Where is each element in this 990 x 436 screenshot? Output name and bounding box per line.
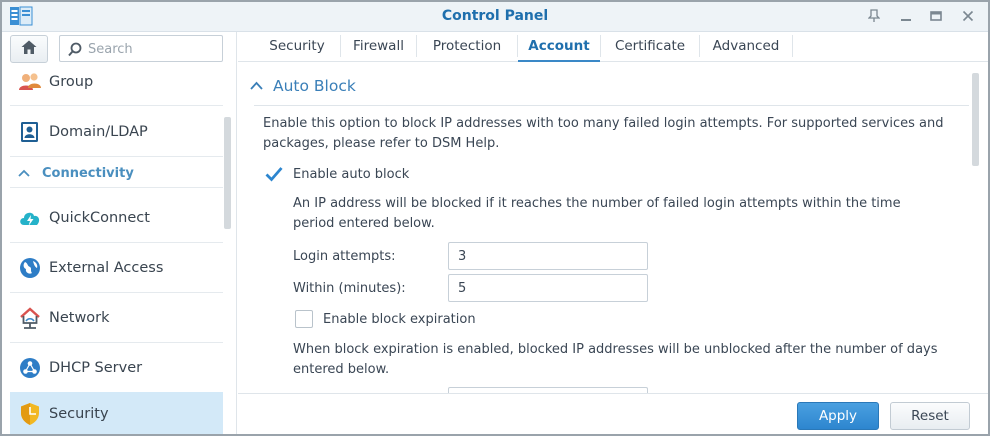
sidebar-item-label: Domain/LDAP xyxy=(49,124,148,140)
search-box xyxy=(59,35,223,62)
auto-block-description: Enable this option to block IP addresses… xyxy=(263,116,944,151)
section-header-connectivity[interactable]: Connectivity xyxy=(10,159,223,187)
enable-block-expiration-checkbox[interactable]: Enable block expiration xyxy=(295,310,476,328)
sidebar-item-label: Group xyxy=(49,74,94,90)
minimize-icon[interactable] xyxy=(896,6,916,26)
chevron-up-icon xyxy=(18,166,30,181)
checkbox-label: Enable auto block xyxy=(293,166,410,182)
sidebar-item-label: Network xyxy=(49,310,110,326)
login-attempts-label: Login attempts: xyxy=(293,249,396,264)
sidebar-item-dhcp-server[interactable]: DHCP Server xyxy=(10,346,223,390)
within-minutes-label: Within (minutes): xyxy=(293,281,406,296)
sidebar: Group Domain/LDAP Connectivity xyxy=(2,32,237,434)
network-icon xyxy=(18,306,42,330)
block-expiration-note: When block expiration is enabled, blocke… xyxy=(293,342,938,377)
sidebar-item-group[interactable]: Group xyxy=(10,60,223,104)
tab-protection[interactable]: Protection xyxy=(417,32,517,62)
sidebar-item-label: QuickConnect xyxy=(49,210,150,226)
checkbox-label: Enable block expiration xyxy=(323,311,476,327)
external-access-icon xyxy=(18,256,42,280)
reset-button[interactable]: Reset xyxy=(890,402,970,430)
apply-button[interactable]: Apply xyxy=(797,402,879,430)
pin-icon[interactable] xyxy=(864,6,884,26)
sidebar-item-quickconnect[interactable]: QuickConnect xyxy=(10,196,223,240)
security-shield-icon xyxy=(18,402,42,426)
within-minutes-field[interactable] xyxy=(448,274,648,302)
search-input[interactable] xyxy=(88,40,218,58)
login-attempts-field[interactable] xyxy=(448,242,648,270)
checkmark-icon xyxy=(265,165,283,183)
auto-block-note: An IP address will be blocked if it reac… xyxy=(293,196,901,231)
quickconnect-icon xyxy=(18,206,42,230)
sidebar-item-security[interactable]: Security xyxy=(10,392,223,434)
tab-firewall[interactable]: Firewall xyxy=(341,32,416,62)
enable-auto-block-checkbox[interactable]: Enable auto block xyxy=(265,165,409,183)
domain-ldap-icon xyxy=(18,120,42,144)
section-label: Connectivity xyxy=(42,165,134,181)
search-icon xyxy=(68,42,82,57)
sidebar-item-domain-ldap[interactable]: Domain/LDAP xyxy=(10,110,223,154)
account-settings-panel: Auto Block Enable this option to block I… xyxy=(238,63,988,393)
home-icon xyxy=(20,39,38,59)
sidebar-item-external-access[interactable]: External Access xyxy=(10,246,223,290)
content-scrollbar[interactable] xyxy=(972,73,979,166)
chevron-up-icon xyxy=(250,79,263,94)
sidebar-item-label: Security xyxy=(49,406,109,422)
tab-account[interactable]: Account xyxy=(518,32,600,62)
group-icon xyxy=(18,70,42,94)
tab-advanced[interactable]: Advanced xyxy=(700,32,792,62)
tab-certificate[interactable]: Certificate xyxy=(601,32,699,62)
divider xyxy=(10,156,223,157)
tab-security[interactable]: Security xyxy=(254,32,340,62)
divider xyxy=(10,342,223,343)
maximize-icon[interactable] xyxy=(926,6,946,26)
dhcp-server-icon xyxy=(18,356,42,380)
auto-block-section-header[interactable]: Auto Block xyxy=(250,77,356,95)
close-icon[interactable] xyxy=(958,6,978,26)
divider xyxy=(10,187,223,188)
title-bar: Control Panel xyxy=(2,2,988,32)
tab-divider xyxy=(792,35,793,57)
sidebar-scrollbar[interactable] xyxy=(224,117,231,229)
home-button[interactable] xyxy=(10,35,48,63)
window-title: Control Panel xyxy=(441,8,549,24)
divider xyxy=(10,105,223,106)
sidebar-item-network[interactable]: Network xyxy=(10,296,223,340)
footer-bar: Apply Reset xyxy=(238,393,988,434)
sidebar-item-label: DHCP Server xyxy=(49,360,143,376)
sidebar-item-label: External Access xyxy=(49,260,164,276)
tab-bar: Security Firewall Protection Account Cer… xyxy=(238,32,988,62)
divider xyxy=(10,292,223,293)
divider xyxy=(10,242,223,243)
section-title: Auto Block xyxy=(273,77,356,95)
checkbox-box xyxy=(295,310,313,328)
control-panel-window: Control Panel Search Group Domain/LDAP C… xyxy=(0,0,990,436)
divider xyxy=(254,105,969,106)
